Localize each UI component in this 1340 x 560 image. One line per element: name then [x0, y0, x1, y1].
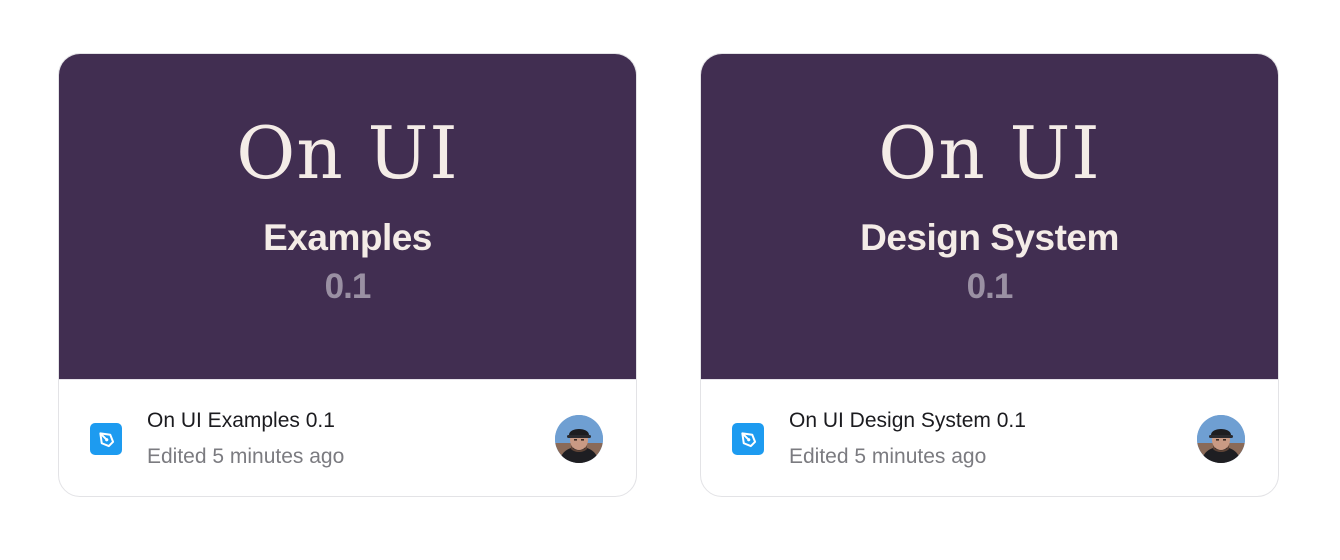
user-avatar[interactable] — [1197, 415, 1245, 463]
last-edited: Edited 5 minutes ago — [789, 445, 987, 468]
cover-title: Design System — [860, 217, 1119, 258]
last-edited: Edited 5 minutes ago — [147, 445, 345, 468]
file-card[interactable]: On UI Design System 0.1 On UI Design Sys… — [700, 53, 1279, 497]
file-thumbnail[interactable]: On UI Design System 0.1 — [701, 54, 1278, 380]
file-name[interactable]: On UI Examples 0.1 — [147, 407, 335, 435]
file-info: On UI Design System 0.1 Edited 5 minutes… — [701, 380, 1278, 496]
pen-tool-file-icon — [90, 423, 122, 455]
pen-tool-file-icon — [732, 423, 764, 455]
cover-logo: On UI — [236, 111, 459, 195]
cover-logo: On UI — [878, 111, 1101, 195]
file-name[interactable]: On UI Design System 0.1 — [789, 407, 1026, 435]
cover-version: 0.1 — [966, 267, 1014, 306]
file-thumbnail[interactable]: On UI Examples 0.1 — [59, 54, 636, 380]
file-grid: On UI Examples 0.1 On UI Examples 0.1 Ed… — [0, 0, 1340, 560]
user-avatar[interactable] — [555, 415, 603, 463]
cover-title: Examples — [263, 217, 432, 258]
cover-version: 0.1 — [324, 267, 372, 306]
file-card[interactable]: On UI Examples 0.1 On UI Examples 0.1 Ed… — [58, 53, 637, 497]
file-info: On UI Examples 0.1 Edited 5 minutes ago — [59, 380, 636, 496]
